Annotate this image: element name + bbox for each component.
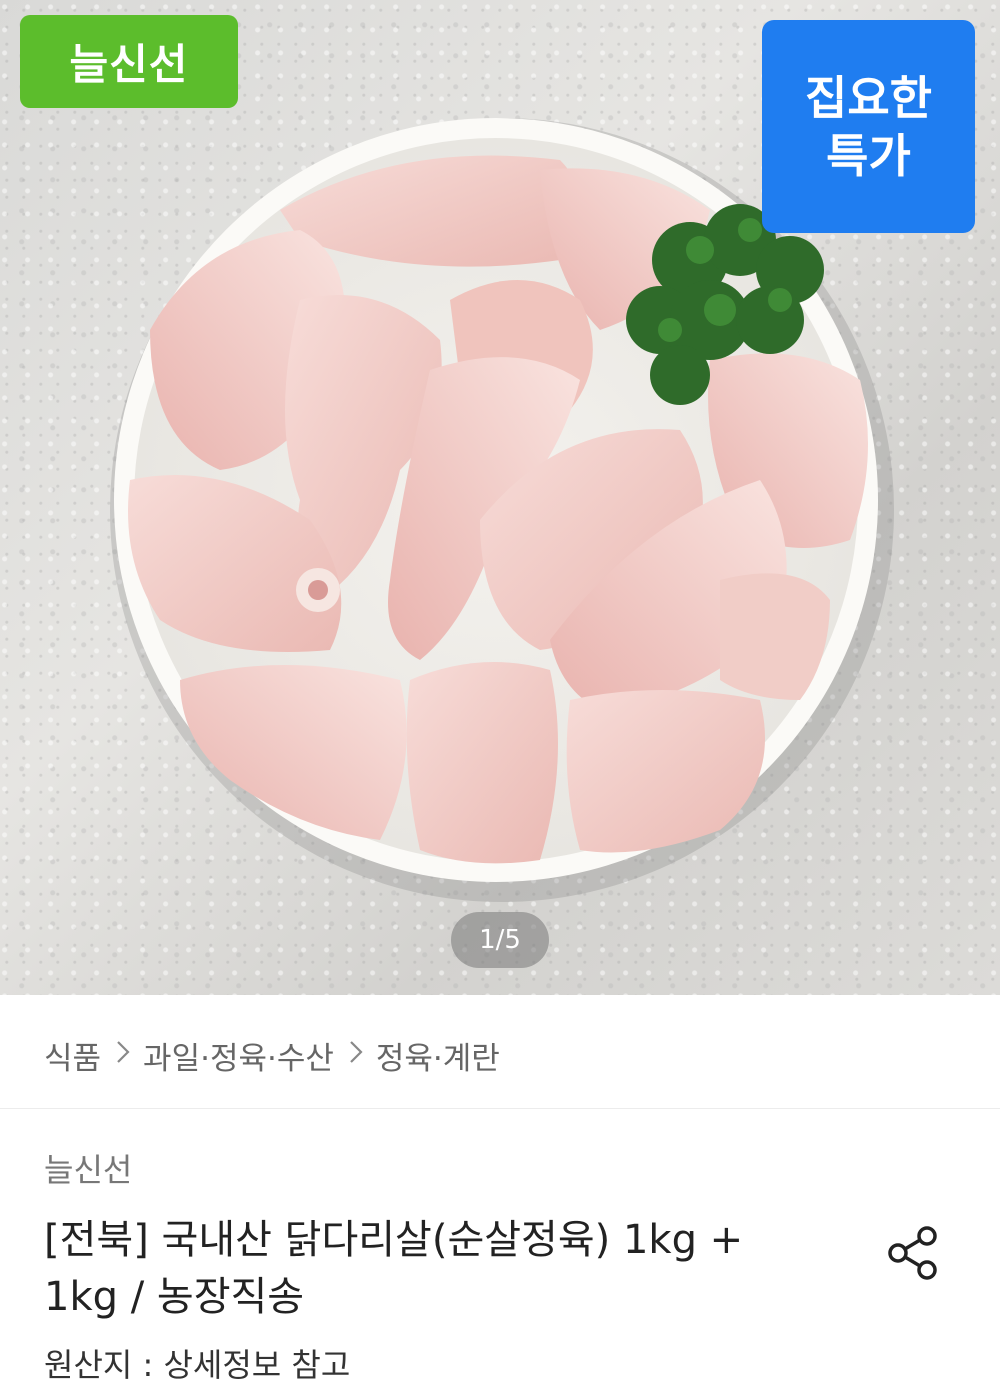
breadcrumb: 식품 과일·정육·수산 정육·계란 [44,1030,500,1080]
product-title-line1: [전북] 국내산 닭다리살(순살정육) 1kg + [44,1217,744,1263]
share-icon [888,1226,937,1280]
breadcrumb-item-food[interactable]: 식품 [44,1033,101,1078]
product-image-carousel[interactable]: 늘신선 집요한 특가 1/5 [0,0,1000,995]
sale-badge: 집요한 특가 [762,20,975,233]
chevron-right-icon [115,1038,131,1073]
share-button[interactable] [885,1225,941,1281]
image-pager-indicator: 1/5 [451,912,549,968]
sale-badge-line2: 특가 [826,128,911,183]
product-brand-link[interactable]: 늘신선 [44,1145,132,1191]
chevron-right-icon [348,1038,364,1073]
breadcrumb-item-meat-eggs[interactable]: 정육·계란 [376,1033,500,1078]
brand-badge: 늘신선 [20,15,238,108]
product-title-line2: 1kg / 농장직송 [44,1274,305,1320]
product-title: [전북] 국내산 닭다리살(순살정육) 1kg + 1kg / 농장직송 [44,1212,834,1326]
sale-badge-line1: 집요한 [805,70,932,125]
section-divider [0,1108,1000,1109]
breadcrumb-item-fruit-meat-seafood[interactable]: 과일·정육·수산 [143,1033,334,1078]
product-origin: 원산지 : 상세정보 참고 [44,1346,351,1384]
